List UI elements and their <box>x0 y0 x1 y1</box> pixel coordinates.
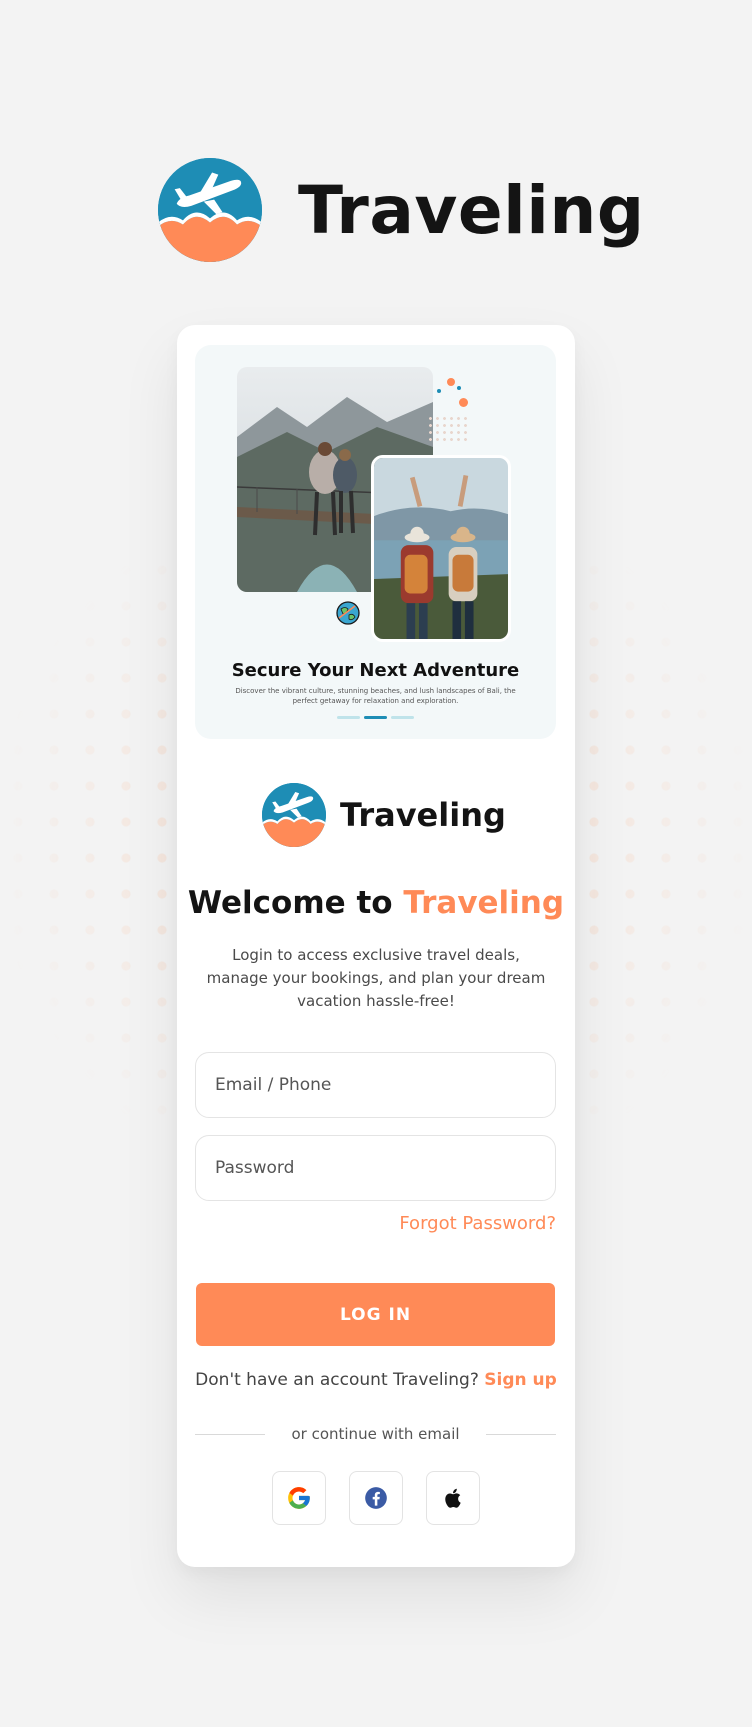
welcome-heading: Welcome to Traveling <box>177 885 575 921</box>
apple-icon <box>445 1488 461 1508</box>
carousel-dot[interactable] <box>391 716 414 719</box>
divider-line <box>195 1433 266 1435</box>
facebook-login-button[interactable] <box>349 1471 403 1525</box>
facebook-icon <box>365 1487 387 1509</box>
brand-header: Traveling <box>158 158 645 262</box>
signup-link[interactable]: Sign up <box>484 1370 557 1390</box>
brand-title: Traveling <box>340 796 506 834</box>
globe-icon <box>335 600 361 626</box>
onboarding-carousel[interactable]: Secure Your Next Adventure Discover the … <box>195 345 556 739</box>
password-input[interactable] <box>215 1158 555 1178</box>
social-login-row <box>272 1471 480 1525</box>
hikers-photo <box>371 455 511 642</box>
carousel-title: Secure Your Next Adventure <box>231 660 520 681</box>
divider-text: or continue with email <box>291 1425 460 1443</box>
decorative-dot-grid <box>427 415 467 445</box>
email-input[interactable] <box>215 1075 555 1095</box>
welcome-prefix: Welcome to <box>187 885 393 921</box>
carousel-dot-active[interactable] <box>364 716 387 719</box>
carousel-description: Discover the vibrant culture, stunning b… <box>235 687 516 705</box>
divider-line <box>485 1433 556 1435</box>
google-icon <box>288 1487 310 1509</box>
brand-logo <box>158 158 262 262</box>
google-login-button[interactable] <box>272 1471 326 1525</box>
welcome-subtitle: Login to access exclusive travel deals, … <box>206 946 546 1010</box>
carousel-indicator <box>195 716 556 719</box>
signup-prompt: Don't have an account Traveling? <box>195 1370 479 1390</box>
card-brand: Traveling <box>262 783 506 847</box>
welcome-highlight: Traveling <box>403 885 565 921</box>
signup-row: Don't have an account Traveling? Sign up <box>177 1370 575 1390</box>
brand-title: Traveling <box>298 171 645 249</box>
login-card: Secure Your Next Adventure Discover the … <box>177 325 575 1567</box>
continue-divider: or continue with email <box>195 1424 556 1444</box>
login-button[interactable]: LOG IN <box>196 1283 555 1346</box>
airplane-logo-icon <box>262 783 326 847</box>
brand-logo <box>262 783 326 847</box>
carousel-dot[interactable] <box>337 716 360 719</box>
forgot-password-link[interactable]: Forgot Password? <box>399 1213 556 1234</box>
email-field[interactable] <box>195 1052 556 1118</box>
airplane-logo-icon <box>158 158 262 262</box>
password-field[interactable] <box>195 1135 556 1201</box>
apple-login-button[interactable] <box>426 1471 480 1525</box>
